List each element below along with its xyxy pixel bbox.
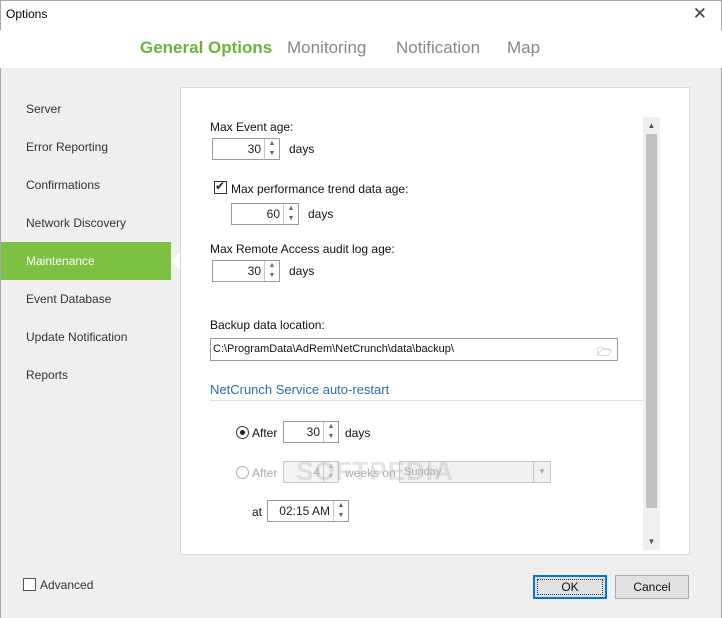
- tab-monitoring[interactable]: Monitoring: [287, 38, 366, 58]
- backup-location-label: Backup data location:: [210, 318, 325, 332]
- panel-scrollbar[interactable]: ▲ ▼: [643, 117, 660, 550]
- remote-audit-unit: days: [289, 264, 315, 278]
- sidebar-item-reports[interactable]: Reports: [1, 356, 181, 394]
- sidebar-item-label: Maintenance: [26, 254, 95, 268]
- after-days-value: 30: [306, 425, 320, 439]
- remote-audit-label: Max Remote Access audit log age:: [210, 242, 395, 256]
- sidebar-item-label: Error Reporting: [26, 140, 109, 154]
- time-value: 02:15 AM: [279, 504, 330, 518]
- after-days-label: After: [252, 426, 278, 440]
- weekday-select[interactable]: Sunday ▼: [399, 461, 551, 483]
- max-event-age-stepper[interactable]: 30 ▲ ▼: [212, 138, 280, 160]
- sidebar-item-error-reporting[interactable]: Error Reporting: [1, 128, 181, 166]
- scroll-down-icon[interactable]: ▼: [643, 533, 660, 550]
- sidebar-item-network-discovery[interactable]: Network Discovery: [1, 204, 181, 242]
- after-weeks-radio[interactable]: [236, 466, 249, 479]
- tab-map[interactable]: Map: [507, 38, 540, 58]
- folder-icon[interactable]: 🗁: [597, 343, 612, 364]
- after-weeks-unit: weeks on: [345, 466, 396, 480]
- stepper-buttons[interactable]: ▲ ▼: [323, 462, 338, 482]
- after-weeks-label: After: [252, 466, 278, 480]
- perf-trend-value: 60: [266, 207, 280, 221]
- window-title: Options: [6, 7, 48, 21]
- max-event-age-label: Max Event age:: [210, 120, 294, 134]
- backup-path-input[interactable]: C:\ProgramData\AdRem\NetCrunch\data\back…: [210, 338, 618, 361]
- perf-trend-checkbox[interactable]: [214, 179, 227, 194]
- chevron-down-icon[interactable]: ▼: [284, 214, 298, 224]
- stepper-buttons[interactable]: ▲ ▼: [264, 261, 279, 281]
- sidebar-item-maintenance[interactable]: Maintenance: [1, 242, 181, 280]
- sidebar-item-label: Update Notification: [26, 330, 128, 344]
- ok-button[interactable]: OK: [533, 575, 607, 599]
- chevron-up-icon[interactable]: ▲: [324, 422, 338, 432]
- section-divider: [210, 400, 643, 401]
- chevron-down-icon[interactable]: ▼: [324, 472, 338, 482]
- chevron-up-icon[interactable]: ▲: [265, 261, 279, 271]
- autorestart-section-title: NetCrunch Service auto-restart: [210, 382, 390, 397]
- title-bar: Options ✕: [0, 0, 722, 30]
- chevron-up-icon[interactable]: ▲: [265, 139, 279, 149]
- after-days-radio[interactable]: [236, 426, 249, 439]
- chevron-down-icon[interactable]: ▼: [334, 511, 348, 521]
- content-area: Server Error Reporting Confirmations Net…: [0, 68, 722, 618]
- stepper-buttons[interactable]: ▲ ▼: [283, 204, 298, 224]
- sidebar-item-label: Network Discovery: [26, 216, 127, 230]
- sidebar-item-label: Event Database: [26, 292, 112, 306]
- top-tabs: General Options Monitoring Notification …: [0, 30, 722, 68]
- stepper-buttons[interactable]: ▲ ▼: [323, 422, 338, 442]
- tab-general-options[interactable]: General Options: [140, 38, 272, 58]
- scroll-up-icon[interactable]: ▲: [643, 117, 660, 134]
- advanced-checkbox[interactable]: [23, 578, 36, 591]
- sidebar-item-confirmations[interactable]: Confirmations: [1, 166, 181, 204]
- chevron-up-icon[interactable]: ▲: [284, 204, 298, 214]
- chevron-down-icon[interactable]: ▼: [265, 149, 279, 159]
- after-days-stepper[interactable]: 30 ▲ ▼: [283, 421, 339, 443]
- stepper-buttons[interactable]: ▲ ▼: [264, 139, 279, 159]
- sidebar-item-label: Server: [26, 102, 62, 116]
- chevron-down-icon[interactable]: ▼: [265, 271, 279, 281]
- sidebar-item-event-database[interactable]: Event Database: [1, 280, 181, 318]
- perf-trend-label: Max performance trend data age:: [231, 182, 409, 196]
- sidebar-item-server[interactable]: Server: [1, 90, 181, 128]
- sidebar-item-label: Reports: [26, 368, 69, 382]
- weekday-value: Sunday: [404, 466, 442, 478]
- after-weeks-value: 4: [313, 465, 320, 479]
- sidebar-item-update-notification[interactable]: Update Notification: [1, 318, 181, 356]
- cancel-button[interactable]: Cancel: [615, 575, 689, 599]
- close-icon[interactable]: ✕: [693, 4, 707, 24]
- time-stepper[interactable]: 02:15 AM ▲ ▼: [267, 500, 349, 522]
- maintenance-panel: Max Event age: 30 ▲▼ days Max performanc…: [180, 87, 690, 555]
- scrollbar-thumb[interactable]: [646, 134, 657, 508]
- chevron-up-icon[interactable]: ▲: [324, 462, 338, 472]
- remote-audit-stepper[interactable]: 30 ▲ ▼: [212, 260, 280, 282]
- sidebar-item-label: Confirmations: [26, 178, 101, 192]
- after-days-unit: days: [345, 426, 371, 440]
- chevron-down-icon[interactable]: ▼: [324, 432, 338, 442]
- after-weeks-stepper[interactable]: 4 ▲ ▼: [283, 461, 339, 483]
- max-event-age-value: 30: [247, 142, 261, 156]
- max-event-age-unit: days: [289, 142, 315, 156]
- backup-path-value: C:\ProgramData\AdRem\NetCrunch\data\back…: [213, 343, 454, 355]
- stepper-buttons[interactable]: ▲ ▼: [333, 501, 348, 521]
- chevron-up-icon[interactable]: ▲: [334, 501, 348, 511]
- at-label: at: [252, 505, 263, 519]
- advanced-label: Advanced: [40, 578, 94, 592]
- perf-trend-unit: days: [308, 207, 334, 221]
- remote-audit-value: 30: [247, 264, 261, 278]
- chevron-down-icon[interactable]: ▼: [533, 462, 550, 482]
- tab-notification[interactable]: Notification: [396, 38, 480, 58]
- perf-trend-stepper[interactable]: 60 ▲ ▼: [231, 203, 299, 225]
